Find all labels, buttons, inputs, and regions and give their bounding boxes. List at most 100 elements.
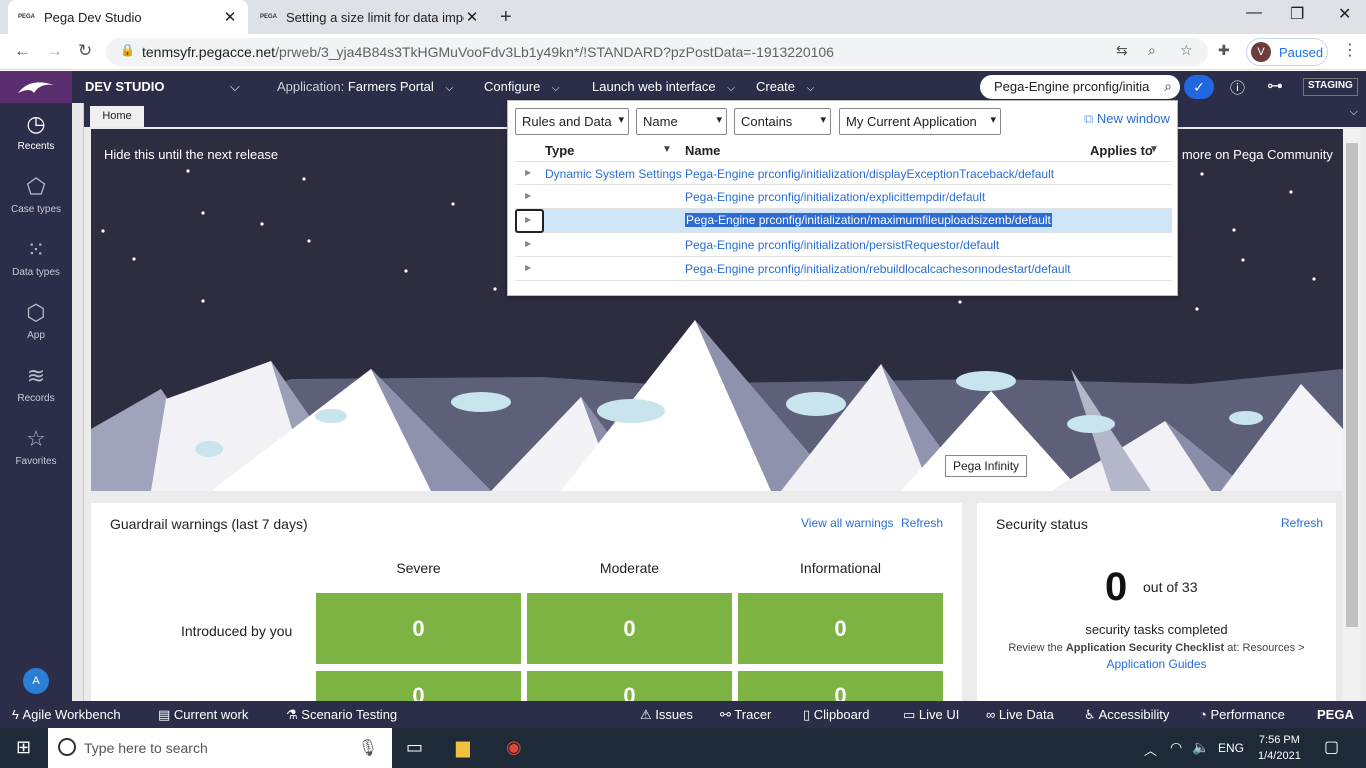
result-type[interactable]: Dynamic System Settings [545, 167, 682, 181]
profile-button[interactable]: V Paused [1246, 38, 1328, 66]
volume-icon[interactable]: 🔈 [1192, 739, 1209, 756]
search-icon[interactable]: ⌕ [1164, 78, 1172, 95]
file-explorer-icon[interactable]: ▆ [456, 737, 470, 758]
scenario-testing-button[interactable]: ⚗ Scenario Testing [286, 707, 397, 723]
result-name[interactable]: Pega-Engine prconfig/initialization/expl… [685, 190, 985, 204]
result-name[interactable]: Pega-Engine prconfig/initialization/disp… [685, 167, 1054, 181]
accessibility-button[interactable]: ♿ Accessibility [1084, 707, 1169, 723]
nav-favorites[interactable]: ☆ Favorites [0, 426, 72, 467]
translate-icon[interactable]: ⇆ [1116, 42, 1128, 59]
moderate-count-row2[interactable]: 0 [527, 671, 732, 701]
studio-chevron-down-icon[interactable]: ⌵ [230, 79, 240, 95]
result-row[interactable]: ▶ Dynamic System Settings Pega-Engine pr… [515, 161, 1172, 185]
expand-row-icon[interactable]: ▶ [525, 215, 531, 224]
live-ui-button[interactable]: ▭ Live UI [903, 707, 959, 723]
window-close-icon[interactable]: ✕ [1338, 4, 1351, 24]
name-column-header[interactable]: Name [685, 143, 720, 158]
guardrail-refresh-link[interactable]: Refresh [901, 516, 943, 530]
field-select[interactable]: Name ▾ [636, 108, 727, 135]
scrollbar-thumb[interactable] [1346, 143, 1358, 627]
browser-tab-size-limit[interactable]: PEGA Setting a size limit for data impo … [250, 0, 490, 34]
tab-home[interactable]: Home [90, 106, 144, 127]
result-row[interactable]: ▶ Pega-Engine prconfig/initialization/re… [515, 257, 1172, 281]
bookmark-star-icon[interactable]: ☆ [1180, 42, 1193, 59]
back-icon[interactable]: ← [14, 41, 31, 61]
launch-menu[interactable]: Launch web interface ⌵ [592, 79, 735, 94]
severe-count[interactable]: 0 [316, 593, 521, 664]
forward-icon[interactable]: → [46, 41, 63, 61]
hide-until-next-release-link[interactable]: Hide this until the next release [104, 147, 278, 162]
operator-avatar[interactable]: A [23, 668, 49, 694]
nav-case-types[interactable]: ⬠ Case types [0, 174, 72, 215]
reload-icon[interactable]: ↻ [78, 41, 92, 61]
nav-records[interactable]: ≋ Records [0, 363, 72, 404]
taskbar-search-input[interactable]: Type here to search 🎙 [48, 728, 392, 768]
security-refresh-link[interactable]: Refresh [1281, 516, 1323, 530]
new-window-link[interactable]: ⧉ New window [1084, 111, 1170, 127]
operator-select[interactable]: Contains ▾ [734, 108, 831, 135]
expand-row-icon[interactable]: ▶ [525, 239, 531, 248]
expand-row-icon[interactable]: ▶ [525, 168, 531, 177]
result-name[interactable]: Pega-Engine prconfig/initialization/maxi… [685, 213, 1052, 227]
moderate-count[interactable]: 0 [527, 593, 732, 664]
expand-row-icon[interactable]: ▶ [525, 191, 531, 200]
configure-menu[interactable]: Configure ⌵ [484, 79, 560, 94]
tray-chevron-up-icon[interactable]: ︿ [1144, 740, 1157, 759]
microphone-icon[interactable]: 🎙 [358, 738, 378, 758]
pega-logo[interactable] [0, 71, 72, 103]
browser-tab-pega-dev-studio[interactable]: PEGA Pega Dev Studio ✕ [8, 0, 248, 34]
application-switcher[interactable]: Application: Farmers Portal ⌵ [277, 79, 453, 94]
vertical-scrollbar[interactable] [1343, 129, 1361, 701]
application-guides-link[interactable]: Application Guides [1106, 657, 1206, 671]
current-work-button[interactable]: ▤ Current work [158, 707, 248, 723]
nav-splitter[interactable] [72, 103, 84, 701]
agile-workbench-button[interactable]: ϟ Agile Workbench [12, 707, 121, 722]
close-tab-icon[interactable]: ✕ [464, 8, 480, 26]
applies-to-filter-icon[interactable]: ▼ [1149, 144, 1159, 155]
result-name[interactable]: Pega-Engine prconfig/initialization/rebu… [685, 262, 1071, 276]
restore-icon[interactable]: ❐ [1290, 4, 1304, 24]
close-tab-icon[interactable]: ✕ [222, 8, 238, 26]
zoom-icon[interactable]: ⌕ [1148, 42, 1156, 59]
live-data-button[interactable]: ∞ Live Data [986, 707, 1054, 722]
search-confirm-button[interactable]: ✓ [1184, 75, 1214, 99]
type-filter-icon[interactable]: ▼ [662, 144, 672, 155]
result-row-selected[interactable]: ▶ Pega-Engine prconfig/initialization/ma… [515, 209, 1172, 233]
result-row[interactable]: ▶ Pega-Engine prconfig/initialization/pe… [515, 233, 1172, 257]
applies-to-column-header[interactable]: Applies to [1090, 143, 1153, 158]
network-icon[interactable]: ◠ [1170, 739, 1182, 756]
hierarchy-icon[interactable]: ⊶ [1267, 76, 1283, 96]
performance-button[interactable]: ◔ Performance [1199, 707, 1285, 722]
address-bar[interactable]: 🔒 tenmsyfr.pegacce.net/prweb/3_yja4B84s3… [106, 38, 1208, 66]
notifications-icon[interactable]: ▢ [1324, 737, 1339, 757]
tabs-chevron-down-icon[interactable]: ⌵ [1350, 106, 1358, 119]
windows-start-icon[interactable]: ⊞ [16, 737, 31, 758]
browser-menu-icon[interactable]: ⋮ [1342, 40, 1358, 60]
category-select[interactable]: Rules and Data ▾ [515, 108, 629, 135]
pega-community-link[interactable]: d more on Pega Community [1171, 147, 1333, 162]
language-indicator[interactable]: ENG [1218, 741, 1244, 755]
task-view-icon[interactable]: ▭ [406, 737, 423, 758]
result-row[interactable]: ▶ Pega-Engine prconfig/initialization/ex… [515, 185, 1172, 209]
expand-row-icon[interactable]: ▶ [525, 263, 531, 272]
nav-recents[interactable]: ◷ Recents [0, 111, 72, 152]
new-tab-icon[interactable]: + [500, 6, 512, 29]
minimize-icon[interactable]: — [1246, 4, 1262, 22]
create-menu[interactable]: Create ⌵ [756, 79, 814, 94]
result-name[interactable]: Pega-Engine prconfig/initialization/pers… [685, 238, 999, 252]
studio-switcher[interactable]: DEV STUDIO [85, 79, 164, 94]
help-icon[interactable]: ⓘ [1230, 77, 1245, 98]
extensions-icon[interactable]: ✚ [1218, 42, 1230, 59]
severe-count-row2[interactable]: 0 [316, 671, 521, 701]
clipboard-button[interactable]: ▯ Clipboard [803, 707, 869, 723]
chrome-icon[interactable]: ◉ [506, 737, 522, 758]
pega-search-input[interactable]: Pega-Engine prconfig/initia ⌕ [980, 75, 1180, 99]
informational-count-row2[interactable]: 0 [738, 671, 943, 701]
nav-app[interactable]: ⬡ App [0, 300, 72, 341]
view-all-warnings-link[interactable]: View all warnings [801, 516, 894, 530]
nav-data-types[interactable]: ⁙ Data types [0, 237, 72, 278]
informational-count[interactable]: 0 [738, 593, 943, 664]
tracer-button[interactable]: ⚯ Tracer [720, 707, 771, 723]
type-column-header[interactable]: Type [545, 143, 574, 158]
taskbar-clock[interactable]: 7:56 PM 1/4/2021 [1258, 732, 1301, 764]
